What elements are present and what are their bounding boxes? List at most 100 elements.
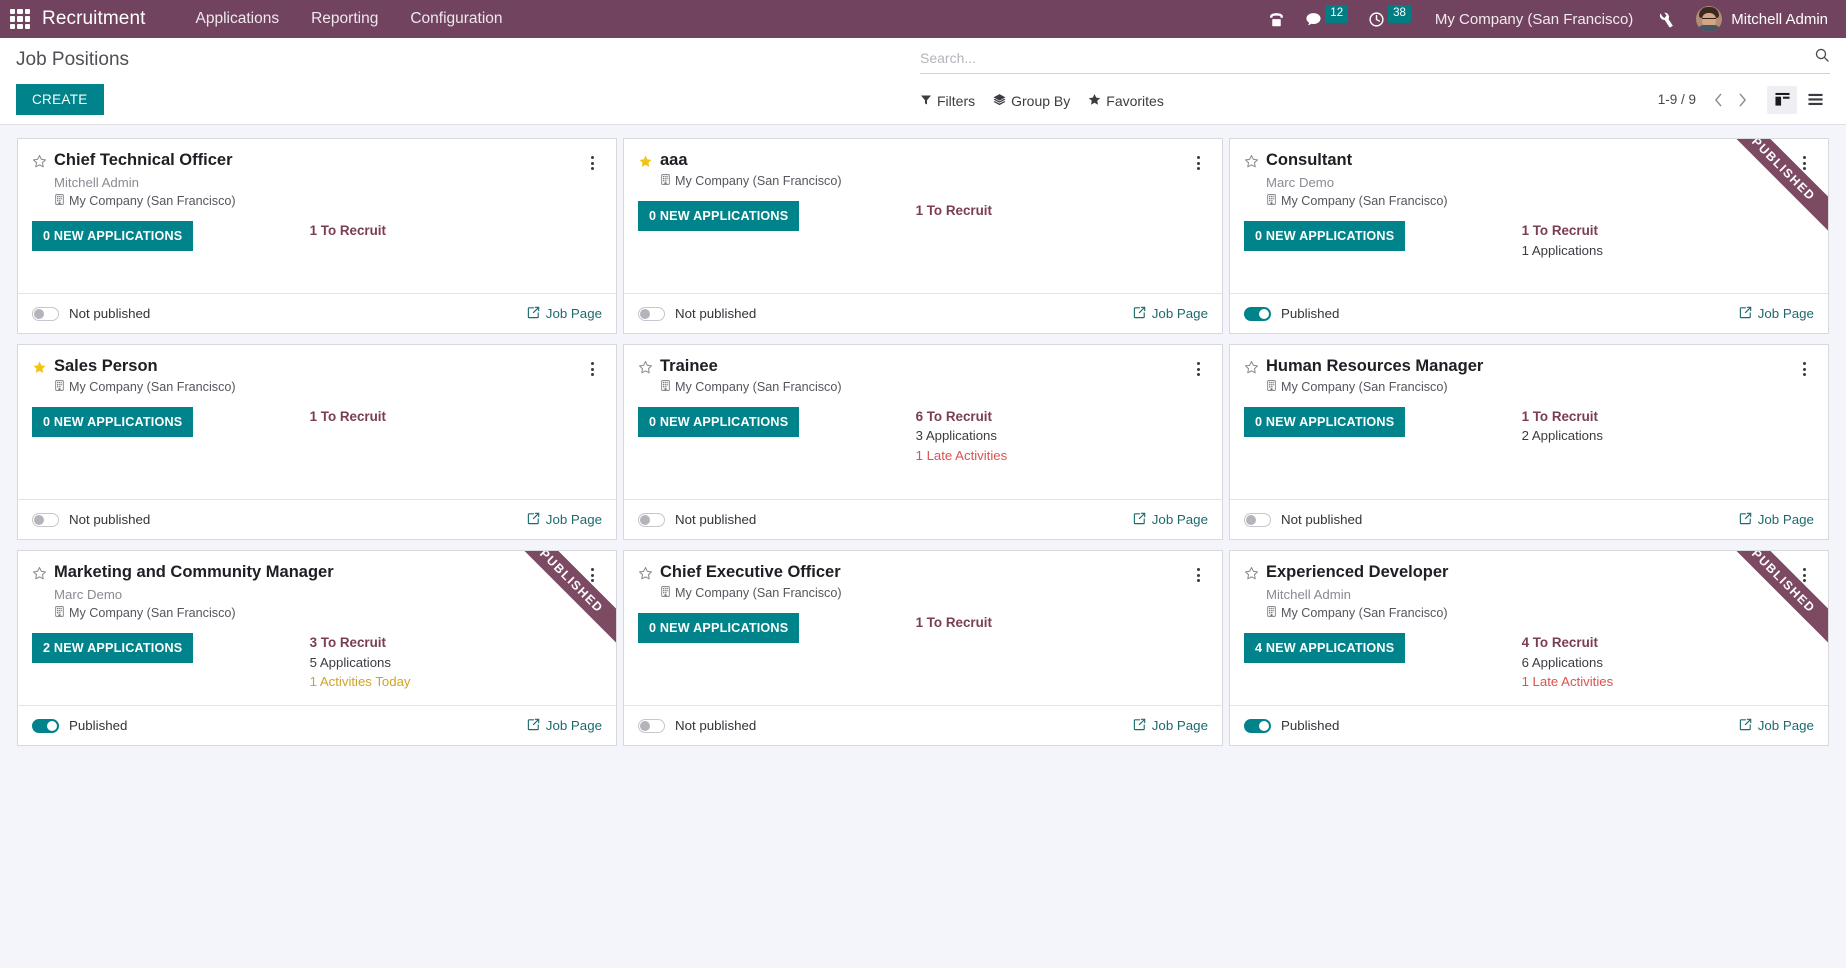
search-icon[interactable] <box>1806 47 1830 68</box>
company-switcher[interactable]: My Company (San Francisco) <box>1421 11 1647 28</box>
favorites-dropdown[interactable]: Favorites <box>1088 93 1164 109</box>
filters-dropdown[interactable]: Filters <box>920 93 975 109</box>
stat-to-recruit[interactable]: 1 To Recruit <box>310 409 602 426</box>
stat-applications[interactable]: 5 Applications <box>310 655 602 672</box>
search-input[interactable] <box>920 47 1806 68</box>
kebab-menu-icon[interactable] <box>1796 563 1814 582</box>
job-page-link[interactable]: Job Page <box>527 306 602 322</box>
kebab-menu-icon[interactable] <box>1190 151 1208 170</box>
job-title[interactable]: Human Resources Manager <box>1266 357 1796 377</box>
publish-toggle[interactable] <box>637 718 665 733</box>
job-position-card[interactable]: PUBLISHED Marketing and Community Manage… <box>17 550 617 746</box>
job-title[interactable]: aaa <box>660 151 1190 171</box>
messages-icon[interactable]: 12 <box>1295 0 1358 38</box>
new-applications-button[interactable]: 0 NEW APPLICATIONS <box>637 200 800 231</box>
publish-toggle[interactable] <box>1243 306 1271 321</box>
stat-to-recruit[interactable]: 1 To Recruit <box>916 615 1208 632</box>
job-page-link[interactable]: Job Page <box>527 512 602 528</box>
job-position-card[interactable]: Chief Technical Officer Mitchell Admin M… <box>17 138 617 334</box>
stat-late-activities[interactable]: 1 Late Activities <box>1522 674 1814 691</box>
chevron-left-icon[interactable] <box>1707 87 1729 113</box>
wrench-tools-icon[interactable] <box>1647 0 1686 38</box>
job-position-card[interactable]: Sales Person My Company (San Francisco) … <box>17 344 617 540</box>
menu-configuration[interactable]: Configuration <box>394 0 518 38</box>
stat-to-recruit[interactable]: 3 To Recruit <box>310 635 602 652</box>
publish-toggle[interactable] <box>1243 512 1271 527</box>
kebab-menu-icon[interactable] <box>584 563 602 582</box>
kebab-menu-icon[interactable] <box>1190 563 1208 582</box>
job-page-link[interactable]: Job Page <box>1133 718 1208 734</box>
publish-toggle[interactable] <box>637 512 665 527</box>
job-title[interactable]: Sales Person <box>54 357 584 377</box>
job-position-card[interactable]: Chief Executive Officer My Company (San … <box>622 550 1223 746</box>
kebab-menu-icon[interactable] <box>1796 151 1814 170</box>
job-page-link[interactable]: Job Page <box>1739 306 1814 322</box>
star-outline-icon[interactable] <box>638 566 653 585</box>
job-title[interactable]: Consultant <box>1266 151 1796 171</box>
new-applications-button[interactable]: 4 NEW APPLICATIONS <box>1243 633 1406 664</box>
kebab-menu-icon[interactable] <box>1796 357 1814 376</box>
job-page-link[interactable]: Job Page <box>1133 512 1208 528</box>
kebab-menu-icon[interactable] <box>584 357 602 376</box>
create-button[interactable]: CREATE <box>16 84 104 115</box>
job-page-link[interactable]: Job Page <box>527 718 602 734</box>
stat-to-recruit[interactable]: 1 To Recruit <box>1522 409 1814 426</box>
user-menu[interactable]: Mitchell Admin <box>1686 6 1832 32</box>
job-title[interactable]: Chief Technical Officer <box>54 151 584 171</box>
new-applications-button[interactable]: 0 NEW APPLICATIONS <box>1243 406 1406 437</box>
new-applications-button[interactable]: 0 NEW APPLICATIONS <box>637 612 800 643</box>
kanban-icon[interactable] <box>1767 85 1797 114</box>
job-title[interactable]: Experienced Developer <box>1266 563 1796 583</box>
stat-applications[interactable]: 2 Applications <box>1522 428 1814 445</box>
list-icon[interactable] <box>1800 86 1830 114</box>
new-applications-button[interactable]: 0 NEW APPLICATIONS <box>32 406 194 437</box>
kebab-menu-icon[interactable] <box>584 151 602 170</box>
new-applications-button[interactable]: 0 NEW APPLICATIONS <box>637 406 800 437</box>
phone-dialpad-icon[interactable] <box>1258 0 1295 38</box>
publish-toggle[interactable] <box>1243 718 1271 733</box>
apps-grid-icon[interactable] <box>10 9 30 29</box>
stat-late-activities[interactable]: 1 Late Activities <box>916 448 1208 465</box>
stat-to-recruit[interactable]: 4 To Recruit <box>1522 635 1814 652</box>
activities-clock-icon[interactable]: 38 <box>1358 0 1421 38</box>
stat-to-recruit[interactable]: 6 To Recruit <box>916 409 1208 426</box>
chevron-right-icon[interactable] <box>1731 87 1753 113</box>
star-filled-icon[interactable] <box>32 360 47 379</box>
publish-toggle[interactable] <box>637 306 665 321</box>
menu-applications[interactable]: Applications <box>180 0 296 38</box>
star-outline-icon[interactable] <box>1244 360 1259 379</box>
new-applications-button[interactable]: 2 NEW APPLICATIONS <box>32 633 194 664</box>
publish-toggle[interactable] <box>32 718 59 733</box>
star-filled-icon[interactable] <box>638 154 653 173</box>
star-outline-icon[interactable] <box>32 154 47 173</box>
star-outline-icon[interactable] <box>1244 154 1259 173</box>
publish-toggle[interactable] <box>32 512 59 527</box>
job-position-card[interactable]: Trainee My Company (San Francisco) 0 NEW… <box>622 344 1223 540</box>
new-applications-button[interactable]: 0 NEW APPLICATIONS <box>1243 221 1406 252</box>
job-page-link[interactable]: Job Page <box>1739 512 1814 528</box>
job-page-link[interactable]: Job Page <box>1133 306 1208 322</box>
stat-applications[interactable]: 3 Applications <box>916 428 1208 445</box>
job-position-card[interactable]: Human Resources Manager My Company (San … <box>1228 344 1829 540</box>
stat-activities-today[interactable]: 1 Activities Today <box>310 674 602 691</box>
kebab-menu-icon[interactable] <box>1190 357 1208 376</box>
stat-to-recruit[interactable]: 1 To Recruit <box>310 223 602 240</box>
job-title[interactable]: Chief Executive Officer <box>660 563 1190 583</box>
star-outline-icon[interactable] <box>1244 566 1259 585</box>
job-position-card[interactable]: aaa My Company (San Francisco) 0 NEW APP… <box>622 138 1223 334</box>
stat-to-recruit[interactable]: 1 To Recruit <box>1522 223 1814 240</box>
job-title[interactable]: Trainee <box>660 357 1190 377</box>
job-page-link[interactable]: Job Page <box>1739 718 1814 734</box>
app-brand-recruitment[interactable]: Recruitment <box>42 8 146 30</box>
new-applications-button[interactable]: 0 NEW APPLICATIONS <box>32 221 194 252</box>
menu-reporting[interactable]: Reporting <box>295 0 394 38</box>
job-title[interactable]: Marketing and Community Manager <box>54 563 584 583</box>
publish-toggle[interactable] <box>32 306 59 321</box>
stat-to-recruit[interactable]: 1 To Recruit <box>916 203 1208 220</box>
job-position-card[interactable]: PUBLISHED Experienced Developer Mitchell… <box>1228 550 1829 746</box>
job-position-card[interactable]: PUBLISHED Consultant Marc Demo My Compan… <box>1228 138 1829 334</box>
stat-applications[interactable]: 6 Applications <box>1522 655 1814 672</box>
groupby-dropdown[interactable]: Group By <box>993 93 1070 109</box>
star-outline-icon[interactable] <box>638 360 653 379</box>
star-outline-icon[interactable] <box>32 566 47 585</box>
